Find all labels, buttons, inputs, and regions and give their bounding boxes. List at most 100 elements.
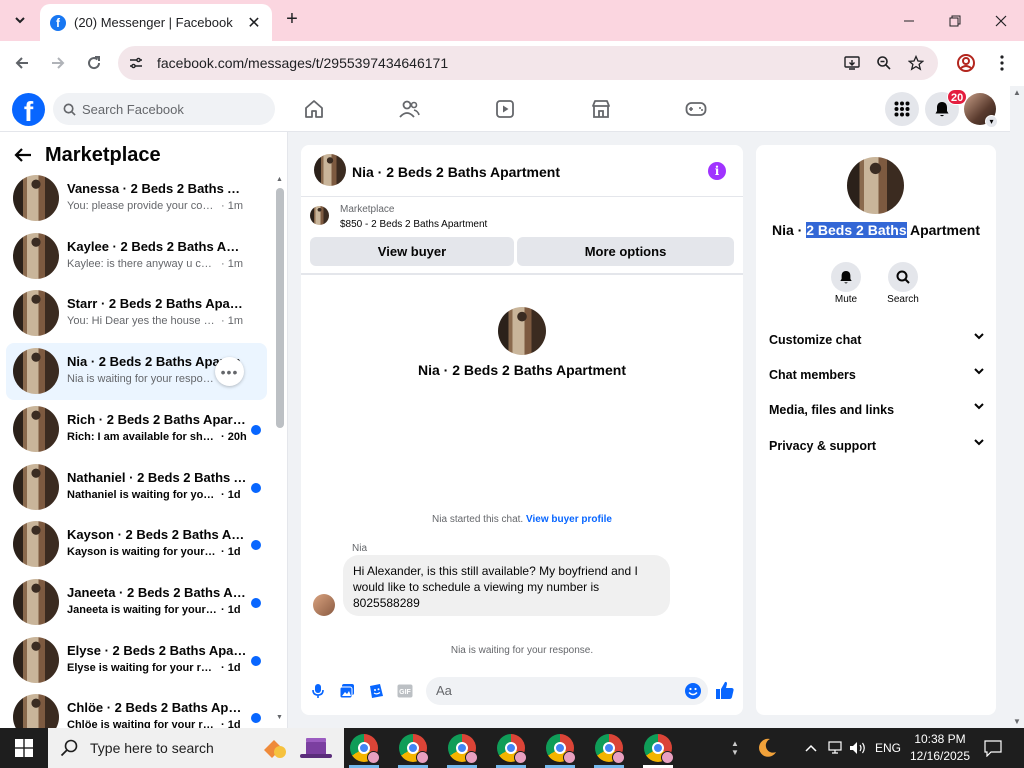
chat-header-thumbnail[interactable] [314, 154, 346, 186]
tab-search-button[interactable] [8, 8, 32, 32]
tab-title: (20) Messenger | Facebook [74, 15, 233, 30]
scrollbar-thumb[interactable] [276, 188, 284, 428]
nav-gaming[interactable] [684, 97, 708, 121]
profile-button[interactable] [952, 49, 980, 77]
reload-button[interactable] [80, 49, 108, 77]
emoji-icon[interactable] [685, 683, 701, 699]
section-chat-members[interactable]: Chat members [769, 366, 984, 386]
nav-friends[interactable] [397, 97, 421, 121]
conversation-preview: Nia is waiting for your response. [67, 373, 217, 386]
details-profile-photo[interactable] [847, 157, 904, 214]
scroll-down-arrow-icon[interactable]: ▼ [1013, 717, 1021, 726]
message-input[interactable]: Aa [426, 677, 708, 705]
section-privacy-support[interactable]: Privacy & support [769, 437, 984, 457]
scroll-up-arrow-icon[interactable]: ▲ [276, 176, 283, 183]
chrome-taskbar-icon[interactable] [644, 734, 674, 764]
back-arrow-icon[interactable] [14, 146, 32, 169]
taskbar-clock[interactable]: 10:38 PM 12/16/2025 [906, 731, 974, 765]
sender-avatar[interactable] [313, 594, 335, 616]
conversation-preview: Kaylee: is there anyway u can vie... [67, 257, 217, 270]
info-icon[interactable]: i [708, 162, 726, 180]
conversation-item[interactable]: Vanessa · 2 Beds 2 Baths Apart... You: pl… [6, 170, 267, 227]
mute-button[interactable] [831, 262, 861, 292]
conversation-more-options-button[interactable]: ••• [215, 357, 244, 387]
new-tab-button[interactable]: + [280, 8, 304, 32]
chrome-taskbar-icon[interactable] [595, 734, 625, 764]
conversation-item[interactable]: Starr · 2 Beds 2 Baths Apartment You: Hi … [6, 285, 267, 342]
moon-weather-icon[interactable] [754, 728, 780, 768]
taskbar-search-box[interactable]: Type here to search [48, 728, 344, 768]
message-bubble[interactable]: Hi Alexander, is this still available? M… [343, 555, 670, 616]
chrome-taskbar-icon[interactable] [399, 734, 429, 764]
view-buyer-profile-link[interactable]: View buyer profile [526, 514, 612, 525]
browser-tab[interactable]: f (20) Messenger | Facebook ✕ [40, 4, 272, 41]
conversation-profile-photo[interactable] [498, 307, 546, 355]
browser-menu-button[interactable] [988, 49, 1016, 77]
profile-badge [514, 751, 527, 764]
thumbs-up-icon[interactable] [715, 680, 737, 702]
section-customize-chat[interactable]: Customize chat [769, 331, 984, 351]
chrome-taskbar-icon[interactable] [546, 734, 576, 764]
restore-button[interactable] [932, 0, 978, 41]
scroll-down-arrow-icon[interactable]: ▼ [276, 714, 283, 721]
close-icon [995, 15, 1007, 26]
listing-price-title[interactable]: $850 - 2 Beds 2 Baths Apartment [340, 219, 487, 230]
page-scrollbar[interactable]: ▲ ▼ [1010, 86, 1024, 728]
install-app-icon[interactable] [842, 53, 862, 73]
search-in-conversation-button[interactable] [888, 262, 918, 292]
chrome-taskbar-icon[interactable] [448, 734, 478, 764]
sticker-icon[interactable] [367, 682, 385, 700]
back-button[interactable] [8, 49, 36, 77]
language-indicator[interactable]: ENG [874, 728, 902, 768]
nav-marketplace[interactable] [589, 97, 613, 121]
facebook-logo-icon[interactable]: f [12, 93, 45, 126]
bookmark-star-icon[interactable] [906, 53, 926, 73]
chat-title[interactable]: Nia · 2 Beds 2 Baths Apartment [352, 164, 560, 180]
gif-icon[interactable]: GIF [396, 682, 414, 700]
conversation-item[interactable]: Elyse · 2 Beds 2 Baths Apartm... Elyse is… [6, 632, 267, 689]
unread-dot [251, 540, 261, 551]
listing-thumbnail[interactable] [310, 206, 329, 225]
tab-close-icon[interactable]: ✕ [246, 13, 262, 33]
section-media-files-links[interactable]: Media, files and links [769, 401, 984, 421]
more-options-button[interactable]: More options [517, 237, 734, 266]
show-hidden-icons-icon[interactable] [802, 728, 820, 768]
windows-taskbar: Type here to search ▲ ▼ ENG 10:38 PM 12/1… [0, 728, 1024, 768]
unread-dot [251, 482, 261, 493]
conversation-item[interactable]: Rich · 2 Beds 2 Baths Apartme... Rich: I … [6, 401, 267, 458]
photo-icon[interactable] [338, 682, 356, 700]
address-bar[interactable]: facebook.com/messages/t/2955397434646171 [118, 46, 938, 80]
conversation-time: · 1m [221, 315, 243, 328]
zoom-icon[interactable] [874, 53, 894, 73]
site-info-icon[interactable] [126, 53, 146, 73]
scroll-arrows[interactable]: ▲ ▼ [727, 728, 743, 768]
taskbar-search-placeholder: Type here to search [90, 740, 214, 756]
conversation-item[interactable]: Kaylee · 2 Beds 2 Baths Apartm... Kaylee:… [6, 228, 267, 285]
notification-center-icon[interactable] [982, 728, 1004, 768]
menu-button[interactable] [885, 92, 919, 126]
clock-date: 12/16/2025 [909, 749, 971, 763]
forward-button[interactable] [44, 49, 72, 77]
details-profile-name: Nia · 2 Beds 2 Baths Apartment [756, 222, 996, 238]
conversation-item[interactable]: Nathaniel · 2 Beds 2 Baths Ap... Nathanie… [6, 459, 267, 516]
message-sender-name: Nia [352, 543, 368, 554]
nav-video[interactable] [493, 97, 517, 121]
volume-icon[interactable] [848, 728, 868, 768]
start-button[interactable] [0, 728, 48, 768]
close-window-button[interactable] [978, 0, 1024, 41]
network-icon[interactable] [826, 728, 844, 768]
conversation-thumbnail [13, 232, 59, 279]
conversation-item[interactable]: Kayson · 2 Beds 2 Baths Apart... Kayson i… [6, 516, 267, 573]
conversation-item[interactable]: Nia · 2 Beds 2 Baths Apartm Nia is waitin… [6, 343, 267, 401]
chrome-taskbar-icon[interactable] [497, 734, 527, 764]
account-chevron-down-icon[interactable]: ▾ [985, 115, 998, 128]
scroll-up-arrow-icon[interactable]: ▲ [1013, 88, 1021, 97]
microphone-icon[interactable] [309, 682, 327, 700]
nav-home[interactable] [302, 97, 326, 121]
conversation-item[interactable]: Janeeta · 2 Beds 2 Baths Apart... Janeeta… [6, 574, 267, 631]
view-buyer-button[interactable]: View buyer [310, 237, 514, 266]
minimize-button[interactable] [886, 0, 932, 41]
chrome-taskbar-icon[interactable] [350, 734, 380, 764]
conversation-item[interactable]: Chlöe · 2 Beds 2 Baths Apart... Chlöe is … [6, 689, 267, 728]
facebook-search-input[interactable]: Search Facebook [53, 93, 275, 125]
